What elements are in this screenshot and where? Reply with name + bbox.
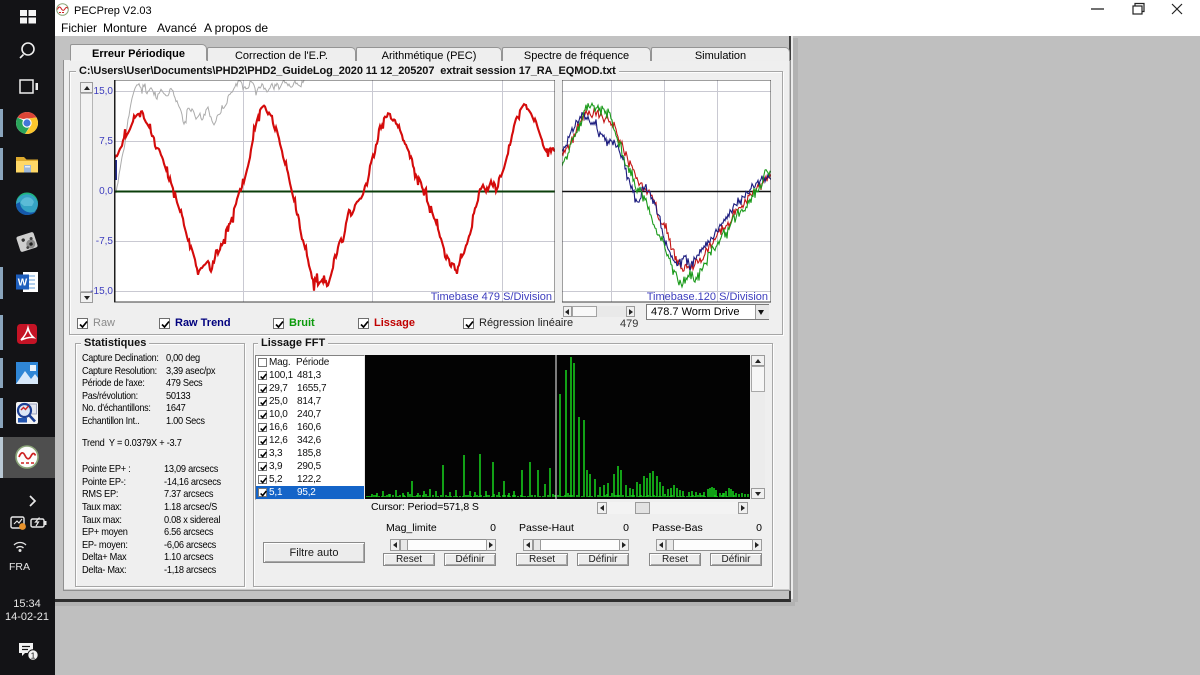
svg-text:1: 1 — [31, 651, 36, 661]
svg-text:W: W — [18, 278, 28, 289]
